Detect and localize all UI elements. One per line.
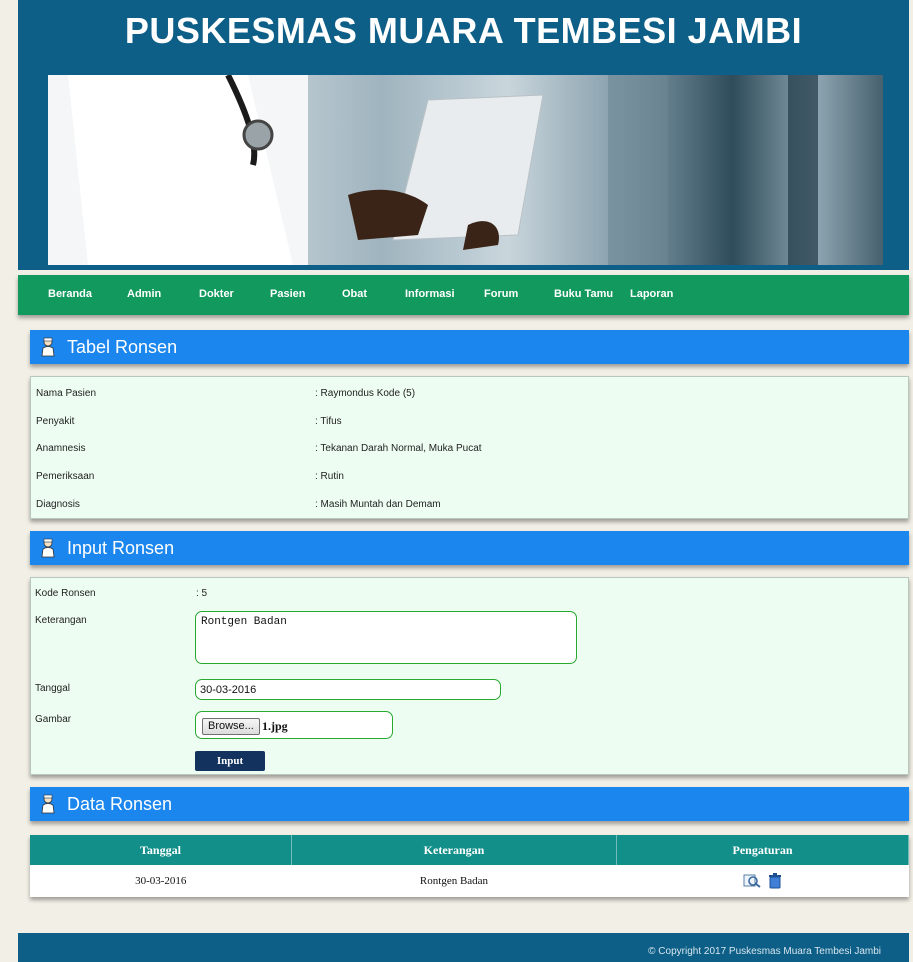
section-header-data-ronsen: Data Ronsen [30,787,909,821]
gambar-label: Gambar [35,714,72,725]
delete-icon[interactable] [768,873,782,889]
diagnosis-label: Diagnosis [36,499,80,510]
copyright-text: © Copyright 2017 Puskesmas Muara Tembesi… [648,946,881,957]
doctor-icon [41,337,55,357]
nama-pasien-value: : Raymondus Kode (5) [315,388,416,399]
nav-pasien[interactable]: Pasien [270,288,305,300]
nav-forum[interactable]: Forum [484,288,518,300]
keterangan-label: Keterangan [35,615,87,626]
penyakit-value: : Tifus [315,416,342,427]
banner-image [48,75,883,265]
cell-tanggal: 30-03-2016 [30,865,292,897]
nav-dokter[interactable]: Dokter [199,288,234,300]
input-submit-button[interactable]: Input [195,751,265,771]
patient-info-panel: Nama Pasien : Raymondus Kode (5) Penyaki… [30,376,909,519]
input-form-panel [30,577,909,775]
cell-pengaturan [616,865,909,897]
section-title: Data Ronsen [67,794,173,814]
kode-ronsen-value: : 5 [196,588,208,599]
section-header-input-ronsen: Input Ronsen [30,531,909,565]
selected-file-name: 1.jpg [262,719,288,733]
kode-ronsen-label: Kode Ronsen [35,588,96,599]
nav-buku-tamu[interactable]: Buku Tamu [554,288,613,300]
column-header-keterangan: Keterangan [291,835,617,865]
column-header-pengaturan: Pengaturan [616,835,909,865]
data-ronsen-table: Tanggal Keterangan Pengaturan 30-03-2016… [30,835,909,897]
gambar-file-input[interactable]: Browse... 1.jpg [195,711,393,739]
site-footer: © Copyright 2017 Puskesmas Muara Tembesi… [18,933,909,962]
column-header-tanggal: Tanggal [30,835,292,865]
site-title: PUSKESMAS MUARA TEMBESI JAMBI [124,10,803,51]
nav-laporan[interactable]: Laporan [630,288,673,300]
table-row: 30-03-2016 Rontgen Badan [30,865,909,897]
doctor-laptop-illustration [48,75,818,265]
section-title: Tabel Ronsen [67,337,178,357]
tanggal-input[interactable]: 30-03-2016 [195,679,501,700]
nav-beranda[interactable]: Beranda [48,288,92,300]
diagnosis-value: : Masih Muntah dan Demam [315,499,441,510]
anamnesis-label: Anamnesis [36,443,86,454]
table-header-row: Tanggal Keterangan Pengaturan [30,835,909,865]
nav-obat[interactable]: Obat [342,288,367,300]
nav-informasi[interactable]: Informasi [405,288,455,300]
pemeriksaan-label: Pemeriksaan [36,471,95,482]
section-header-tabel-ronsen: Tabel Ronsen [30,330,909,364]
keterangan-textarea[interactable]: Rontgen Badan [195,611,577,664]
cell-keterangan: Rontgen Badan [291,865,617,897]
section-title: Input Ronsen [67,538,175,558]
site-header: PUSKESMAS MUARA TEMBESI JAMBI [18,0,909,270]
tanggal-label: Tanggal [35,683,71,694]
main-nav: Beranda Admin Dokter Pasien Obat Informa… [18,275,909,315]
view-icon[interactable] [743,874,761,888]
nama-pasien-label: Nama Pasien [36,388,97,399]
pemeriksaan-value: : Rutin [315,471,344,482]
anamnesis-value: : Tekanan Darah Normal, Muka Pucat [315,443,482,454]
nav-admin[interactable]: Admin [127,288,161,300]
doctor-icon [41,538,55,558]
penyakit-label: Penyakit [36,416,75,427]
doctor-icon [41,794,55,814]
browse-button[interactable]: Browse... [202,718,260,735]
